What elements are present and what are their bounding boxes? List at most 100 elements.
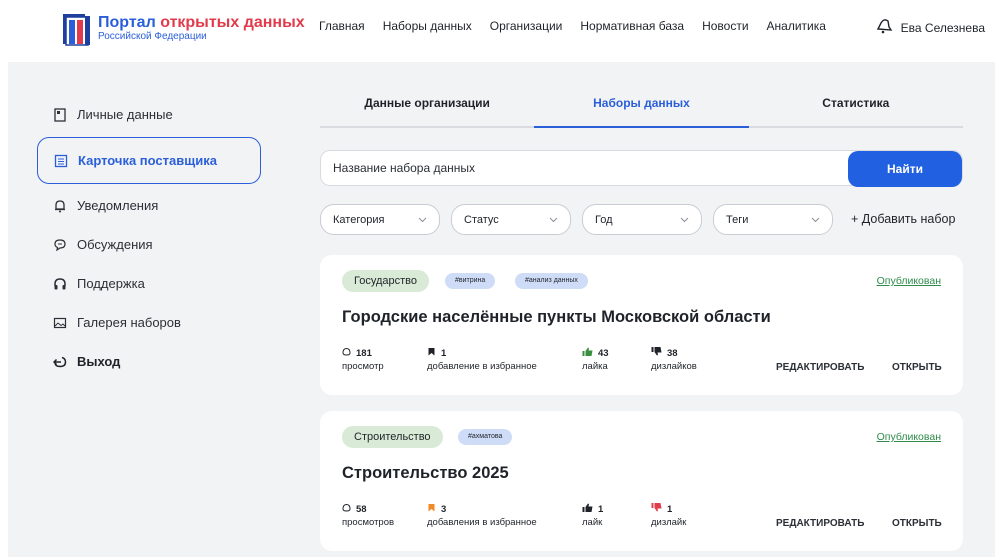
logo-subtitle: Российской Федерации [98,31,207,42]
views-stat: 181 просмотр [342,347,384,373]
chevron-down-icon [811,214,820,226]
favorites-label: добавление в избранное [427,361,537,372]
nav-organizations[interactable]: Организации [490,19,563,33]
views-count: 181 [356,347,372,359]
sidebar-item-label: Карточка поставщика [78,153,217,168]
favorites-count: 1 [441,347,447,359]
dataset-title[interactable]: Городские населённые пункты Московской о… [342,308,771,327]
bookmark-icon [427,347,436,360]
likes-label: лайк [582,517,603,528]
views-stat: 58 просмотров [342,503,394,529]
views-count: 58 [356,503,367,515]
sidebar-item-gallery[interactable]: Галерея наборов [37,303,261,342]
chevron-down-icon [549,214,558,226]
tag-chip[interactable]: #витрина [445,273,496,289]
logo-title: Портал открытых данных [98,14,305,31]
sidebar-item-personal-data[interactable]: Личные данные [37,95,261,134]
status-filter[interactable]: Статус [451,204,571,235]
top-header: Портал открытых данных Российской Федера… [0,0,995,54]
dataset-title[interactable]: Строительство 2025 [342,464,509,483]
sidebar-item-logout[interactable]: Выход [37,342,261,381]
likes-count: 43 [598,347,609,359]
category-chip[interactable]: Государство [342,270,430,292]
open-button[interactable]: ОТКРЫТЬ [892,518,942,529]
edit-button[interactable]: РЕДАКТИРОВАТЬ [776,362,864,373]
favorites-label: добавления в избранное [427,517,537,528]
dislikes-count: 1 [667,503,673,515]
tags-filter[interactable]: Теги [713,204,833,235]
gallery-icon [53,316,67,330]
nav-main[interactable]: Главная [319,19,365,33]
dataset-card: Государство #витрина #анализ данных Опуб… [320,255,963,395]
search-button[interactable]: Найти [848,151,962,187]
likes-count: 1 [598,503,604,515]
category-chip[interactable]: Строительство [342,426,443,448]
eye-icon [342,503,351,516]
sidebar-item-label: Поддержка [77,276,145,291]
nav-datasets[interactable]: Наборы данных [383,19,472,33]
dislikes-stat: 1 дизлайк [651,503,686,529]
chevron-down-icon [418,214,427,226]
likes-label: лайка [582,361,608,372]
favorites-stat: 1 добавление в избранное [427,347,537,373]
sidebar-item-discussions[interactable]: Обсуждения [37,225,261,264]
sidebar-item-label: Личные данные [77,107,173,122]
dislikes-stat: 38 дизлайков [651,347,697,373]
favorites-count: 3 [441,503,447,515]
tab-bar: Данные организации Наборы данных Статист… [320,88,963,128]
filter-label: Год [595,213,613,226]
likes-stat: 1 лайк [582,503,603,529]
status-published-link[interactable]: Опубликован [877,431,941,443]
tab-datasets[interactable]: Наборы данных [534,88,749,128]
dislikes-label: дизлайк [651,517,687,528]
sidebar-item-label: Выход [77,354,121,369]
add-dataset-button[interactable]: + Добавить набор [851,212,955,226]
edit-button[interactable]: РЕДАКТИРОВАТЬ [776,518,864,529]
sidebar-item-support[interactable]: Поддержка [37,264,261,303]
document-icon [53,107,67,122]
tag-chip[interactable]: #анализ данных [515,273,588,289]
sidebar-item-notifications[interactable]: Уведомления [37,186,261,225]
dataset-search: Найти [320,150,963,187]
user-menu[interactable]: Ева Селезнева [875,17,985,38]
filter-label: Статус [464,213,499,226]
eye-icon [342,347,351,360]
nav-news[interactable]: Новости [702,19,748,33]
views-label: просмотров [342,517,395,528]
likes-stat: 43 лайка [582,347,609,373]
status-published-link[interactable]: Опубликован [877,275,941,287]
bell-icon[interactable] [875,17,893,38]
portal-logo[interactable]: Портал открытых данных Российской Федера… [62,12,305,46]
dislikes-label: дизлайков [651,361,697,372]
main-nav: Главная Наборы данных Организации Нормат… [319,19,844,33]
year-filter[interactable]: Год [582,204,702,235]
portal-logo-icon [62,12,92,46]
chevron-down-icon [680,214,689,226]
sidebar-item-label: Галерея наборов [77,315,181,330]
user-name: Ева Селезнева [900,20,985,35]
thumbs-up-icon [582,503,593,516]
filter-label: Категория [333,213,385,226]
tab-statistics[interactable]: Статистика [749,88,963,126]
sidebar-item-supplier-card[interactable]: Карточка поставщика [37,137,261,184]
filter-bar: Категория Статус Год Теги [320,204,833,235]
headphones-icon [53,277,67,291]
category-filter[interactable]: Категория [320,204,440,235]
sidebar: Личные данные Карточка поставщика Уведом… [37,95,261,381]
logout-icon [53,355,67,369]
chat-icon [53,238,67,252]
thumbs-up-icon [582,347,593,360]
open-button[interactable]: ОТКРЫТЬ [892,362,942,373]
tag-chip[interactable]: #ахматова [458,429,513,445]
tab-organization-data[interactable]: Данные организации [320,88,534,126]
thumbs-down-icon [651,347,662,360]
card-list-icon [54,154,68,168]
nav-regulations[interactable]: Нормативная база [580,19,684,33]
bell-icon [53,199,67,213]
dislikes-count: 38 [667,347,678,359]
nav-analytics[interactable]: Аналитика [767,19,826,33]
thumbs-down-icon [651,503,662,516]
sidebar-item-label: Уведомления [77,198,159,213]
bookmark-icon [427,503,436,516]
dataset-card: Строительство #ахматова Опубликован Стро… [320,411,963,551]
